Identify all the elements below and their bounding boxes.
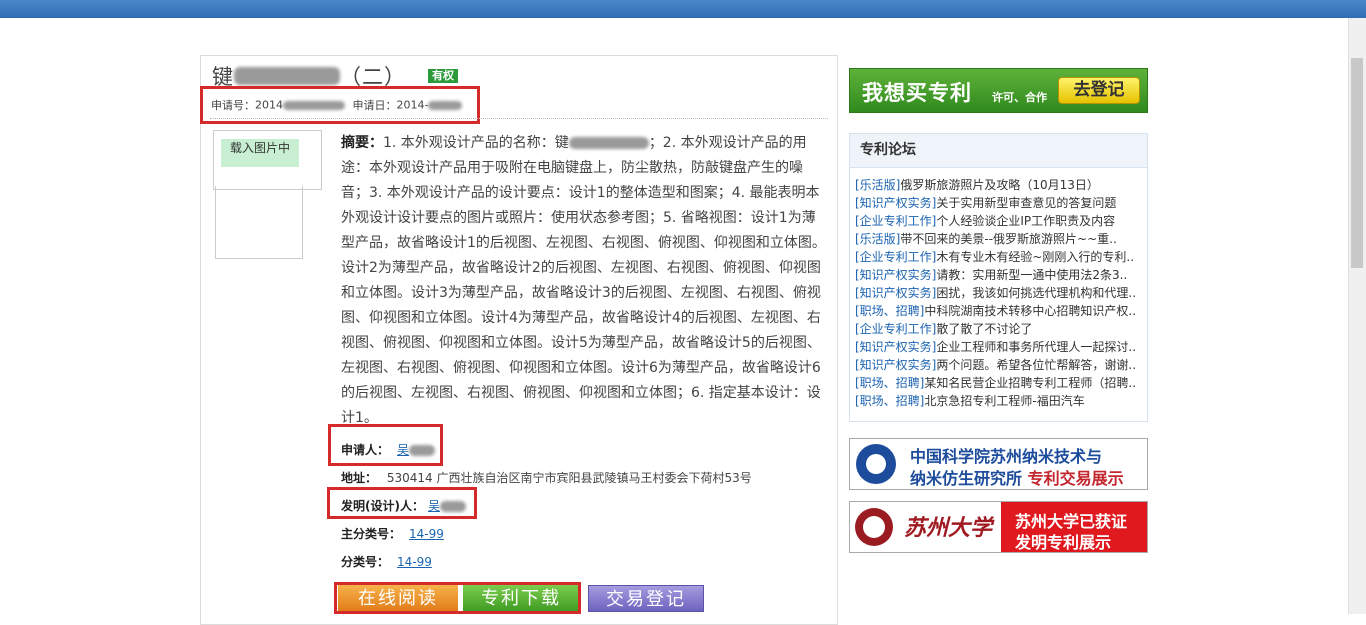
forum-topic-link[interactable]: 某知名民营企业招聘专利工程师（招聘.. [924, 376, 1136, 390]
forum-category-link[interactable]: [知识产权实务] [855, 268, 936, 282]
register-button[interactable]: 去登记 [1058, 77, 1140, 104]
forum-category-link[interactable]: [职场、招聘] [855, 394, 924, 408]
patent-image-placeholder [215, 186, 303, 259]
forum-item[interactable]: [乐活版]带不回来的美景--俄罗斯旅游照片~~重.. [855, 230, 1143, 248]
status-badge: 有权 [428, 69, 458, 83]
forum-item[interactable]: [知识产权实务]困扰，我该如何挑选代理机构和代理.. [855, 284, 1143, 302]
forum-topic-link[interactable]: 困扰，我该如何挑选代理机构和代理.. [936, 286, 1136, 300]
redacted-product-name [568, 137, 649, 149]
abstract: 摘要：1. 本外观设计产品的名称：键 ；2. 本外观设计产品的用途：本外观设计产品… [341, 131, 829, 431]
cas-suzhou-nano-banner[interactable]: 中国科学院苏州纳米技术与 纳米仿生研究所 专利交易展示 [849, 438, 1148, 490]
banner1-line2a: 纳米仿生研究所 [910, 469, 1023, 488]
university-name: 苏州大学 [904, 515, 993, 541]
image-loading-text: 载入图片中 [221, 139, 299, 167]
forum-category-link[interactable]: [职场、招聘] [855, 304, 924, 318]
highlight-inventor [327, 487, 477, 519]
forum-item[interactable]: [职场、招聘]中科院湖南技术转移中心招聘知识产权.. [855, 302, 1143, 320]
forum-topic-link[interactable]: 请教：实用新型一通中使用法2条3.. [936, 268, 1127, 282]
abstract-text-2: ；2. 本外观设计产品的用途：本外观设计产品用于吸附在电脑键盘上，防尘散热，防敲… [341, 135, 826, 426]
forum-item[interactable]: [知识产权实务]两个问题。希望各位忙帮解答，谢谢.. [855, 356, 1143, 374]
highlight-buttons [334, 582, 581, 614]
forum-category-link[interactable]: [企业专利工作] [855, 250, 936, 264]
forum-item[interactable]: [乐活版]俄罗斯旅游照片及攻略（10月13日） [855, 176, 1143, 194]
abstract-label: 摘要： [341, 135, 383, 151]
redacted-title [234, 67, 340, 85]
forum-topic-link[interactable]: 关于实用新型审查意见的答复问题 [936, 196, 1116, 210]
patent-forum: 专利论坛 [乐活版]俄罗斯旅游照片及攻略（10月13日） [知识产权实务]关于实… [849, 133, 1148, 422]
class-row: 分类号： 14-99 [341, 553, 432, 570]
page-scrollbar[interactable] [1348, 18, 1366, 614]
forum-category-link[interactable]: [知识产权实务] [855, 358, 936, 372]
forum-topic-link[interactable]: 木有专业木有经验~刚刚入行的专利.. [936, 250, 1134, 264]
buy-patent-banner[interactable]: 我想买专利 许可、合作 去登记 [849, 68, 1148, 113]
forum-topic-link[interactable]: 俄罗斯旅游照片及攻略（10月13日） [900, 178, 1099, 192]
banner2-red-panel: 苏州大学已获证 发明专利展示 [1001, 502, 1147, 552]
forum-topic-link[interactable]: 散了散了不讨论了 [936, 322, 1032, 336]
scrollbar-thumb[interactable] [1351, 58, 1363, 268]
top-nav-bar [0, 0, 1366, 18]
forum-item[interactable]: [职场、招聘]某知名民营企业招聘专利工程师（招聘.. [855, 374, 1143, 392]
class-link[interactable]: 14-99 [397, 555, 432, 569]
forum-item[interactable]: [企业专利工作]散了散了不讨论了 [855, 320, 1143, 338]
buy-big-text: 我想买专利 [862, 81, 972, 105]
forum-topic-link[interactable]: 两个问题。希望各位忙帮解答，谢谢.. [936, 358, 1136, 372]
forum-item[interactable]: [企业专利工作]木有专业木有经验~刚刚入行的专利.. [855, 248, 1143, 266]
main-class-link[interactable]: 14-99 [409, 527, 444, 541]
main-class-label: 主分类号： [341, 527, 402, 541]
forum-topic-link[interactable]: 个人经验谈企业IP工作职责及内容 [936, 214, 1115, 228]
cas-logo-icon [856, 444, 896, 484]
forum-category-link[interactable]: [企业专利工作] [855, 214, 936, 228]
forum-item[interactable]: [知识产权实务]企业工程师和事务所代理人一起探讨.. [855, 338, 1143, 356]
forum-category-link[interactable]: [乐活版] [855, 232, 900, 246]
soochow-university-banner[interactable]: 苏州大学 苏州大学已获证 发明专利展示 [849, 501, 1148, 553]
forum-topic-link[interactable]: 企业工程师和事务所代理人一起探讨.. [936, 340, 1136, 354]
university-seal-icon [855, 508, 893, 546]
buy-small-text: 许可、合作 [992, 91, 1047, 104]
abstract-text-1: 1. 本外观设计产品的名称：键 [383, 135, 569, 151]
forum-category-link[interactable]: [乐活版] [855, 178, 900, 192]
address-value: 530414 广西壮族自治区南宁市宾阳县武陵镇马王村委会下荷村53号 [386, 471, 752, 485]
forum-item[interactable]: [企业专利工作]个人经验谈企业IP工作职责及内容 [855, 212, 1143, 230]
banner2-line2: 发明专利展示 [1015, 533, 1112, 552]
divider [210, 118, 828, 119]
forum-category-link[interactable]: [企业专利工作] [855, 322, 936, 336]
patent-image-frame[interactable]: 载入图片中 [213, 130, 322, 190]
forum-topic-link[interactable]: 北京急招专利工程师-福田汽车 [924, 394, 1084, 408]
address-row: 地址： 530414 广西壮族自治区南宁市宾阳县武陵镇马王村委会下荷村53号 [341, 469, 752, 486]
forum-topic-link[interactable]: 中科院湖南技术转移中心招聘知识产权.. [924, 304, 1136, 318]
trade-register-button[interactable]: 交易登记 [588, 585, 704, 612]
forum-item[interactable]: [职场、招聘]北京急招专利工程师-福田汽车 [855, 392, 1143, 410]
banner1-line1: 中国科学院苏州纳米技术与 [910, 447, 1103, 466]
forum-category-link[interactable]: [知识产权实务] [855, 196, 936, 210]
banner1-line2: 纳米仿生研究所 专利交易展示 [910, 465, 1124, 489]
forum-item[interactable]: [知识产权实务]关于实用新型审查意见的答复问题 [855, 194, 1143, 212]
highlight-applicant [328, 424, 443, 466]
forum-category-link[interactable]: [知识产权实务] [855, 340, 936, 354]
forum-title: 专利论坛 [850, 134, 1147, 168]
address-label: 地址： [341, 471, 378, 485]
forum-topic-link[interactable]: 带不回来的美景--俄罗斯旅游照片~~重.. [900, 232, 1116, 246]
main-class-row: 主分类号： 14-99 [341, 525, 444, 542]
forum-list: [乐活版]俄罗斯旅游照片及攻略（10月13日） [知识产权实务]关于实用新型审查… [850, 168, 1147, 410]
forum-category-link[interactable]: [职场、招聘] [855, 376, 924, 390]
class-label: 分类号： [341, 555, 390, 569]
forum-item[interactable]: [知识产权实务]请教：实用新型一通中使用法2条3.. [855, 266, 1143, 284]
forum-category-link[interactable]: [知识产权实务] [855, 286, 936, 300]
banner1-line2b: 专利交易展示 [1027, 469, 1124, 488]
